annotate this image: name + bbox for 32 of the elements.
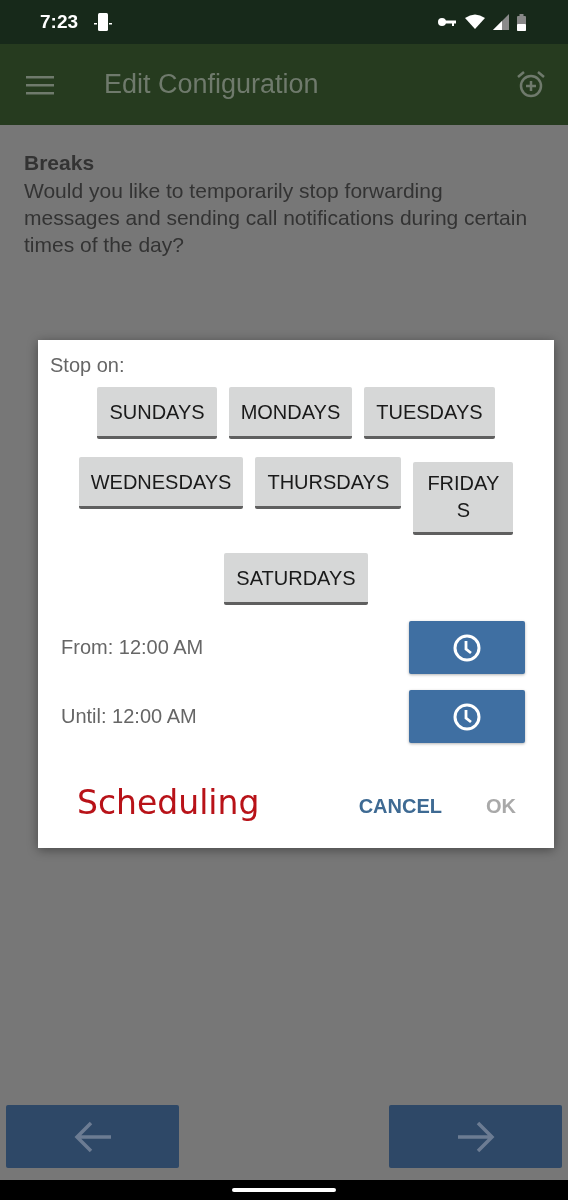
right-arrow-icon (455, 1119, 496, 1154)
time-picker-button[interactable] (409, 621, 525, 674)
time-picker-button[interactable] (409, 690, 525, 743)
day-button[interactable]: SATURDAYS (224, 553, 368, 605)
day-button[interactable]: TUESDAYS (364, 387, 495, 439)
section-description: Would you like to temporarily stop forwarding messages and sending call notifications during certain times of the day? (24, 178, 529, 258)
status-time: 7:23 (40, 11, 79, 33)
add-alarm-icon[interactable] (516, 69, 546, 100)
back-button[interactable] (6, 1105, 179, 1168)
section-title: Breaks (24, 151, 96, 175)
app-title: Edit Configuration (104, 69, 319, 100)
stop-on-label: Stop on: (50, 354, 126, 377)
left-arrow-icon (72, 1119, 113, 1154)
signal-icon (493, 14, 509, 30)
menu-icon[interactable] (26, 74, 54, 95)
caption: Scheduling (77, 783, 260, 822)
battery-icon (517, 13, 526, 31)
home-handle[interactable] (232, 1188, 336, 1192)
dialog-action-button[interactable]: CANCEL (342, 791, 458, 822)
day-button[interactable]: SUNDAYS (97, 387, 217, 439)
day-button[interactable]: THURSDAYS (255, 457, 402, 509)
time-label: From: 12:00 AM (61, 636, 204, 659)
time-label: Until: 12:00 AM (61, 705, 197, 728)
clock-icon (452, 701, 482, 732)
phone-icon (92, 11, 115, 33)
day-button[interactable]: WEDNESDAYS (78, 457, 244, 509)
day-button[interactable]: MONDAYS (228, 387, 353, 439)
day-button[interactable]: FRIDAYS (413, 462, 514, 535)
clock-icon (452, 632, 482, 663)
wifi-icon (465, 14, 485, 30)
key-icon (437, 16, 457, 28)
next-button[interactable] (389, 1105, 562, 1168)
